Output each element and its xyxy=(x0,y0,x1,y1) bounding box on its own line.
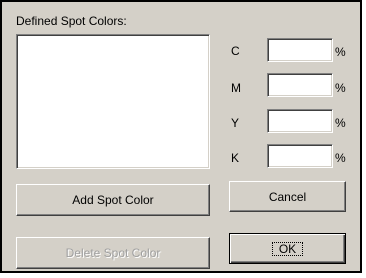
delete-spot-color-button[interactable]: Delete Spot Color xyxy=(16,237,210,269)
cyan-label: C xyxy=(231,44,240,58)
magenta-label: M xyxy=(231,81,241,95)
spot-colors-dialog: Defined Spot Colors: C % M % Y % K % Add… xyxy=(0,0,362,273)
ok-button[interactable]: OK xyxy=(229,233,346,264)
cyan-percent-label: % xyxy=(335,45,346,59)
yellow-label: Y xyxy=(231,116,240,130)
defined-spot-colors-label: Defined Spot Colors: xyxy=(16,14,127,28)
cyan-field[interactable] xyxy=(267,38,333,62)
yellow-field[interactable] xyxy=(267,109,333,133)
magenta-percent-label: % xyxy=(335,81,346,95)
black-field[interactable] xyxy=(267,144,333,168)
yellow-percent-label: % xyxy=(335,116,346,130)
black-label: K xyxy=(231,151,240,165)
ok-button-label: OK xyxy=(271,241,304,256)
magenta-field[interactable] xyxy=(267,73,333,97)
black-percent-label: % xyxy=(335,151,346,165)
cancel-button[interactable]: Cancel xyxy=(229,181,346,212)
spot-colors-list[interactable] xyxy=(16,34,210,169)
add-spot-color-button[interactable]: Add Spot Color xyxy=(16,184,210,216)
